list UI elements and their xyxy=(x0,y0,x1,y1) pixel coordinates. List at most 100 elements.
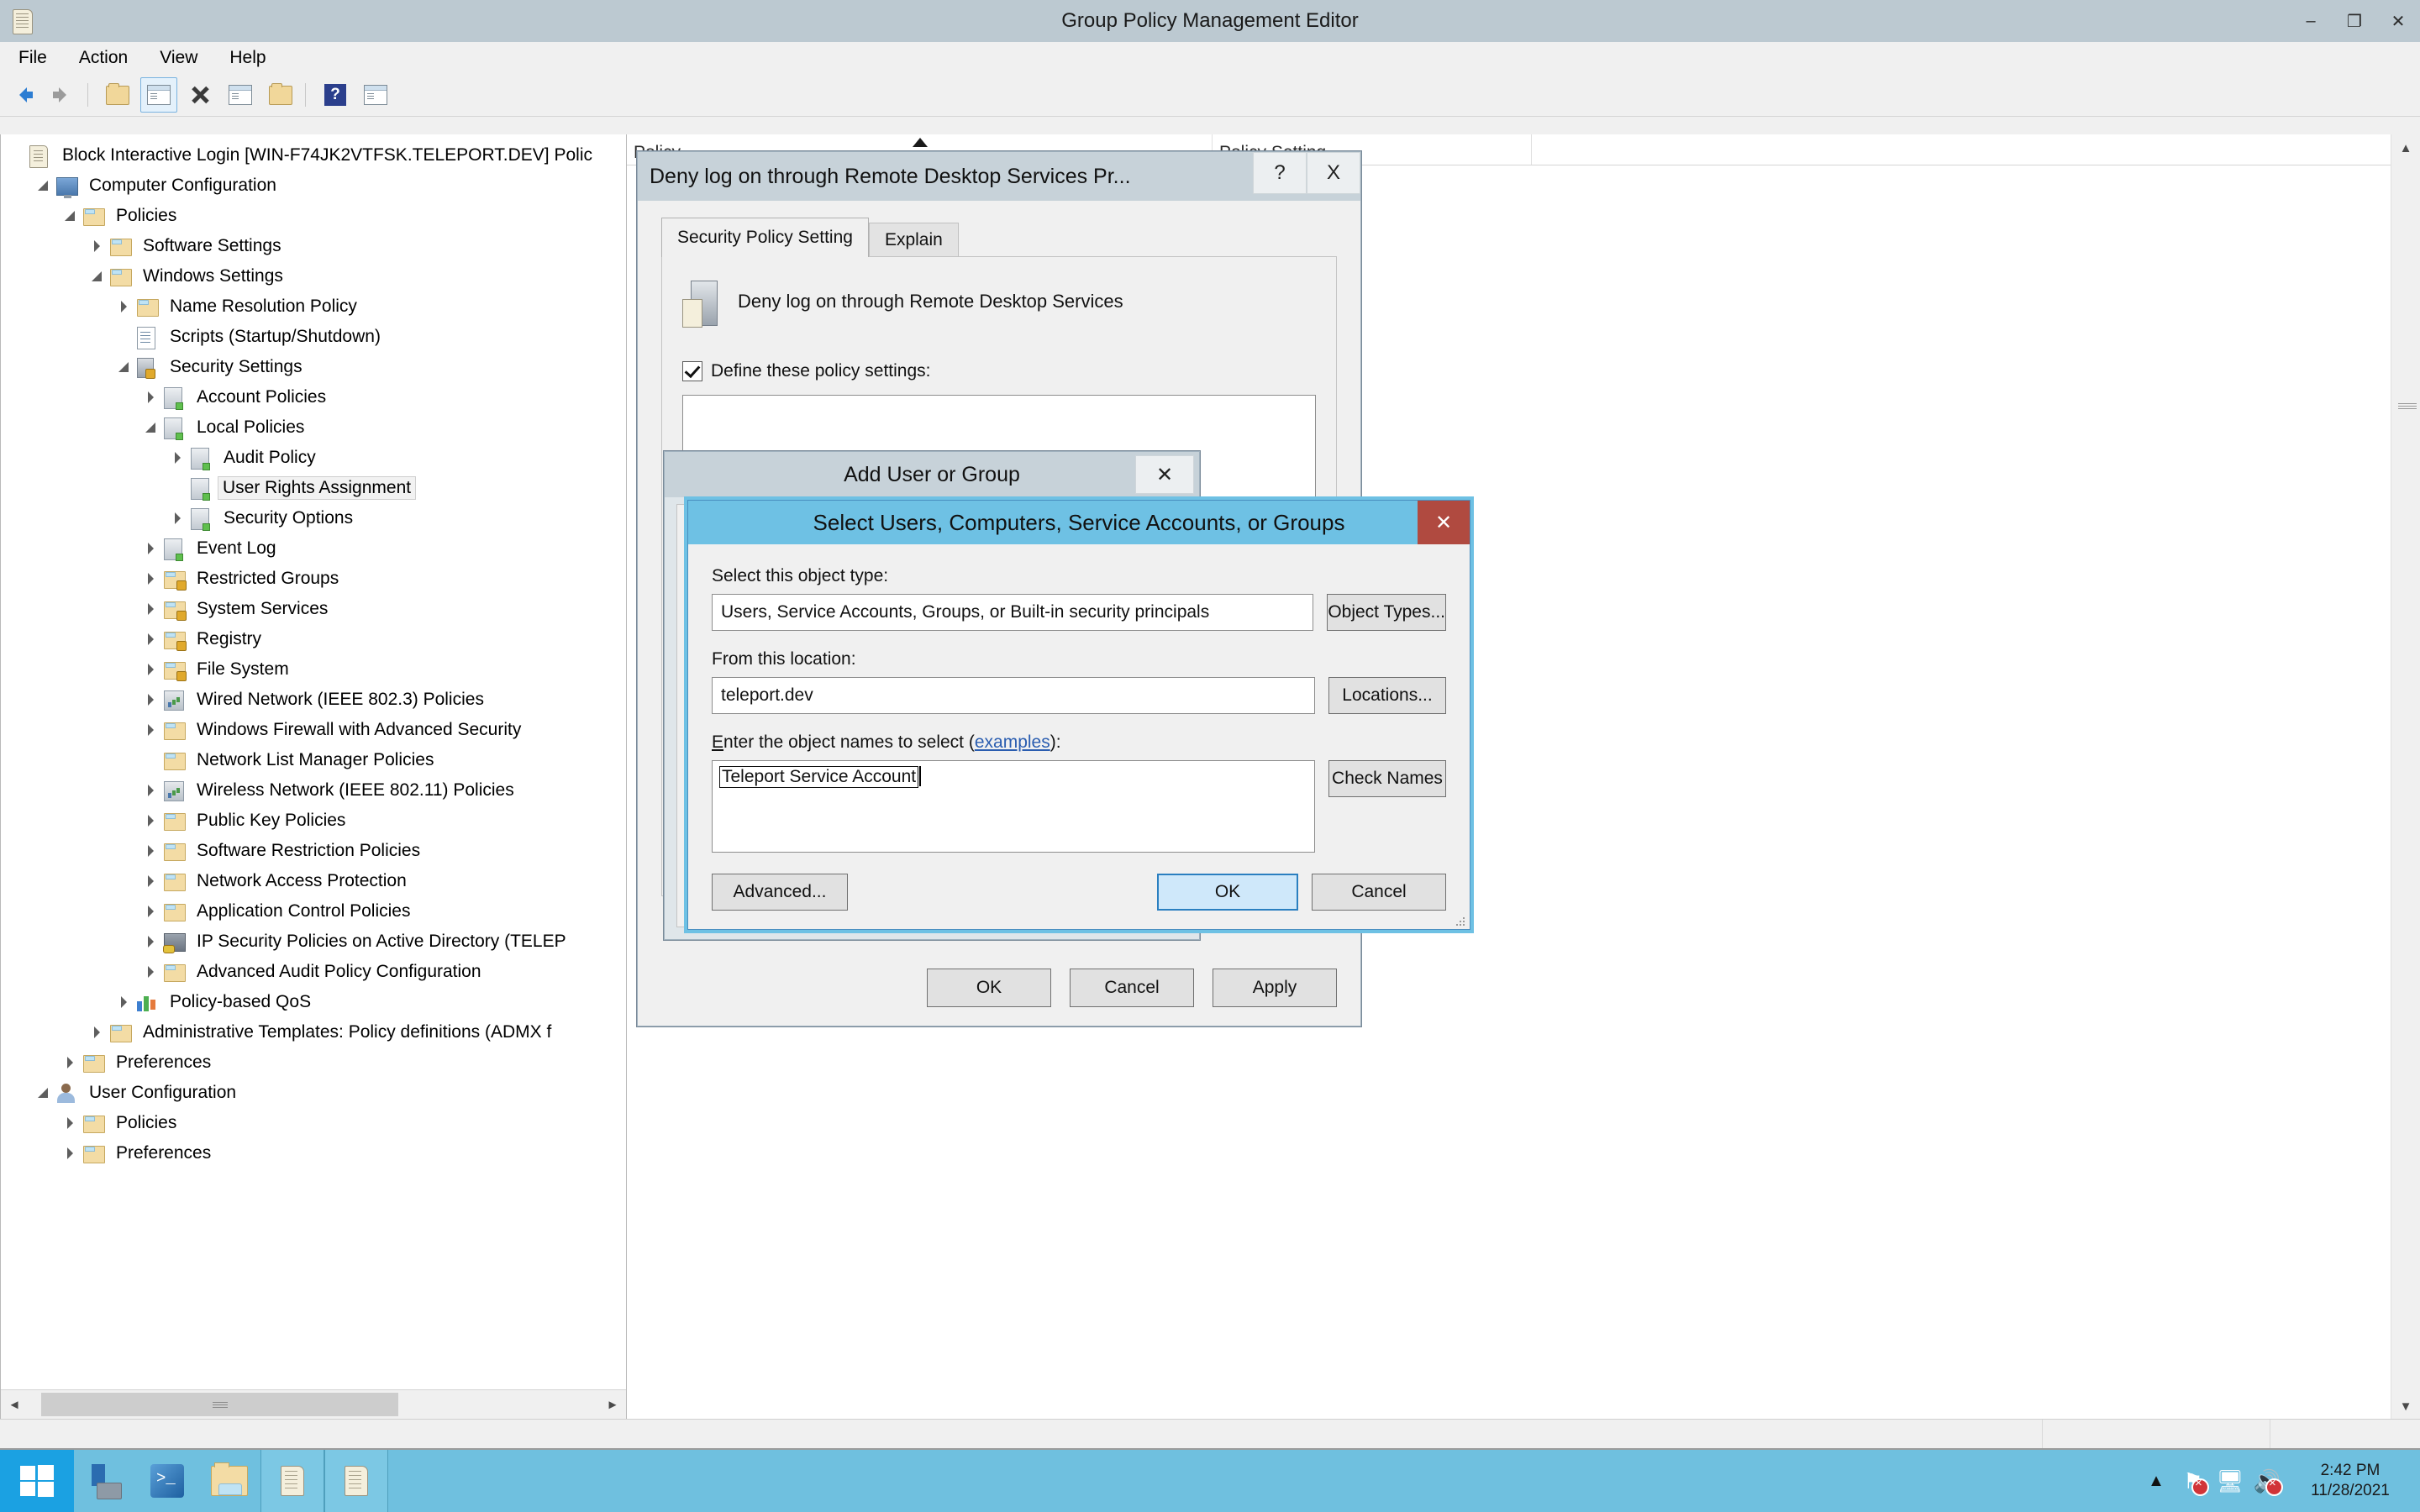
vscroll-thumb[interactable] xyxy=(2391,161,2420,665)
scroll-down-button[interactable]: ▼ xyxy=(2391,1393,2420,1420)
console-tree[interactable]: Block Interactive Login [WIN-F74JK2VTFSK… xyxy=(1,134,626,1168)
tree-item-file-system[interactable]: File System xyxy=(1,654,626,685)
start-button[interactable] xyxy=(0,1450,74,1512)
expand-triangle-icon[interactable] xyxy=(144,540,160,557)
hscroll-thumb[interactable] xyxy=(41,1393,398,1416)
expand-triangle-icon[interactable] xyxy=(144,661,160,678)
scroll-up-button[interactable]: ▲ xyxy=(2391,134,2420,161)
up-folder-icon[interactable] xyxy=(100,78,135,112)
close-button[interactable]: ✕ xyxy=(2376,0,2420,42)
tree-item-registry[interactable]: Registry xyxy=(1,624,626,654)
expand-triangle-icon[interactable] xyxy=(144,873,160,890)
tree-item-restricted-groups[interactable]: Restricted Groups xyxy=(1,564,626,594)
expand-triangle-icon[interactable] xyxy=(117,298,134,315)
expand-triangle-icon[interactable] xyxy=(144,722,160,738)
show-hide-tree-icon[interactable] xyxy=(140,77,177,113)
expand-triangle-icon[interactable] xyxy=(144,570,160,587)
menu-help[interactable]: Help xyxy=(216,45,279,71)
collapse-triangle-icon[interactable] xyxy=(117,359,134,375)
tree-item-software-restriction-policies[interactable]: Software Restriction Policies xyxy=(1,836,626,866)
list-vertical-scrollbar[interactable]: ▲ ▼ xyxy=(2391,134,2420,1420)
tree-item-name-resolution-policy[interactable]: Name Resolution Policy xyxy=(1,291,626,322)
taskbar-powershell[interactable] xyxy=(136,1450,198,1512)
tree-item-policy-based-qos[interactable]: Policy-based QoS xyxy=(1,987,626,1017)
back-icon[interactable] xyxy=(5,78,40,112)
resize-grip[interactable] xyxy=(1453,914,1465,926)
tree-item-windows-settings[interactable]: Windows Settings xyxy=(1,261,626,291)
tree-item-software-settings[interactable]: Software Settings xyxy=(1,231,626,261)
policy-cancel-button[interactable]: Cancel xyxy=(1070,969,1194,1007)
tree-item-local-policies[interactable]: Local Policies xyxy=(1,412,626,443)
tree-item-user-rights-assignment[interactable]: User Rights Assignment xyxy=(1,473,626,503)
collapse-triangle-icon[interactable] xyxy=(36,1084,53,1101)
tree-item-ip-security-policies-on-active-directory-telep[interactable]: IP Security Policies on Active Directory… xyxy=(1,927,626,957)
delete-icon[interactable] xyxy=(182,78,218,112)
collapse-triangle-icon[interactable] xyxy=(90,268,107,285)
menu-view[interactable]: View xyxy=(146,45,211,71)
expand-triangle-icon[interactable] xyxy=(63,1054,80,1071)
maximize-button[interactable]: ❐ xyxy=(2333,0,2376,42)
select-cancel-button[interactable]: Cancel xyxy=(1312,874,1446,911)
object-names-input[interactable]: Teleport Service Account xyxy=(712,760,1315,853)
advanced-button[interactable]: Advanced... xyxy=(712,874,848,911)
taskbar-file-explorer[interactable] xyxy=(198,1450,260,1512)
expand-triangle-icon[interactable] xyxy=(63,1115,80,1131)
object-types-button[interactable]: Object Types... xyxy=(1327,594,1446,631)
policy-apply-button[interactable]: Apply xyxy=(1213,969,1337,1007)
tree-item-application-control-policies[interactable]: Application Control Policies xyxy=(1,896,626,927)
expand-triangle-icon[interactable] xyxy=(144,843,160,859)
tree-item-user-configuration[interactable]: User Configuration xyxy=(1,1078,626,1108)
menu-file[interactable]: File xyxy=(5,45,60,71)
expand-triangle-icon[interactable] xyxy=(144,691,160,708)
show-hidden-icons-button[interactable]: ▲ xyxy=(2138,1462,2175,1499)
tree-item-policies[interactable]: Policies xyxy=(1,201,626,231)
expand-triangle-icon[interactable] xyxy=(144,933,160,950)
select-dialog-close-button[interactable]: ✕ xyxy=(1418,501,1470,544)
define-policy-settings-row[interactable]: Define these policy settings: xyxy=(662,328,1336,381)
expand-triangle-icon[interactable] xyxy=(117,994,134,1011)
add-dialog-close-button[interactable]: ✕ xyxy=(1135,455,1194,494)
tree-item-preferences[interactable]: Preferences xyxy=(1,1138,626,1168)
network-icon[interactable]: 🖥 xyxy=(2212,1462,2249,1499)
taskbar-server-manager[interactable] xyxy=(74,1450,136,1512)
tree-item-administrative-templates-policy-definitions-admx-f[interactable]: Administrative Templates: Policy definit… xyxy=(1,1017,626,1047)
scroll-right-button[interactable]: ► xyxy=(599,1391,626,1418)
expand-triangle-icon[interactable] xyxy=(144,812,160,829)
expand-triangle-icon[interactable] xyxy=(144,963,160,980)
forward-icon[interactable] xyxy=(45,78,81,112)
tree-item-account-policies[interactable]: Account Policies xyxy=(1,382,626,412)
minimize-button[interactable]: – xyxy=(2289,0,2333,42)
locations-button[interactable]: Locations... xyxy=(1328,677,1446,714)
expand-triangle-icon[interactable] xyxy=(171,449,187,466)
tree-item-system-services[interactable]: System Services xyxy=(1,594,626,624)
expand-triangle-icon[interactable] xyxy=(144,601,160,617)
help-icon[interactable]: ? xyxy=(318,78,353,112)
tab-security-policy-setting[interactable]: Security Policy Setting xyxy=(661,218,869,257)
flag-error-icon[interactable]: ⚑ xyxy=(2175,1462,2212,1499)
tree-item-scripts-startup-shutdown[interactable]: Scripts (Startup/Shutdown) xyxy=(1,322,626,352)
tree-item-preferences[interactable]: Preferences xyxy=(1,1047,626,1078)
policy-dialog-help-button[interactable]: ? xyxy=(1253,152,1307,194)
tree-item-policies[interactable]: Policies xyxy=(1,1108,626,1138)
taskbar-group-policy-management[interactable] xyxy=(260,1450,324,1512)
tab-explain[interactable]: Explain xyxy=(868,223,959,257)
tree-item-computer-configuration[interactable]: Computer Configuration xyxy=(1,171,626,201)
tree-item-wireless-network-ieee-802-11-policies[interactable]: Wireless Network (IEEE 802.11) Policies xyxy=(1,775,626,806)
collapse-triangle-icon[interactable] xyxy=(36,177,53,194)
menu-action[interactable]: Action xyxy=(66,45,141,71)
tree-item-event-log[interactable]: Event Log xyxy=(1,533,626,564)
tree-item-windows-firewall-with-advanced-security[interactable]: Windows Firewall with Advanced Security xyxy=(1,715,626,745)
tree-item-advanced-audit-policy-configuration[interactable]: Advanced Audit Policy Configuration xyxy=(1,957,626,987)
tree-item-network-access-protection[interactable]: Network Access Protection xyxy=(1,866,626,896)
taskbar-group-policy-editor[interactable] xyxy=(324,1450,388,1512)
tree-item-audit-policy[interactable]: Audit Policy xyxy=(1,443,626,473)
tree-item-wired-network-ieee-802-3-policies[interactable]: Wired Network (IEEE 802.3) Policies xyxy=(1,685,626,715)
show-pane-icon[interactable] xyxy=(358,78,393,112)
clock[interactable]: 2:42 PM 11/28/2021 xyxy=(2296,1461,2405,1501)
expand-triangle-icon[interactable] xyxy=(63,1145,80,1162)
collapse-triangle-icon[interactable] xyxy=(144,419,160,436)
expand-triangle-icon[interactable] xyxy=(144,631,160,648)
location-field[interactable]: teleport.dev xyxy=(712,677,1315,714)
collapse-triangle-icon[interactable] xyxy=(63,207,80,224)
tree-horizontal-scrollbar[interactable]: ◄ ► xyxy=(1,1389,626,1419)
